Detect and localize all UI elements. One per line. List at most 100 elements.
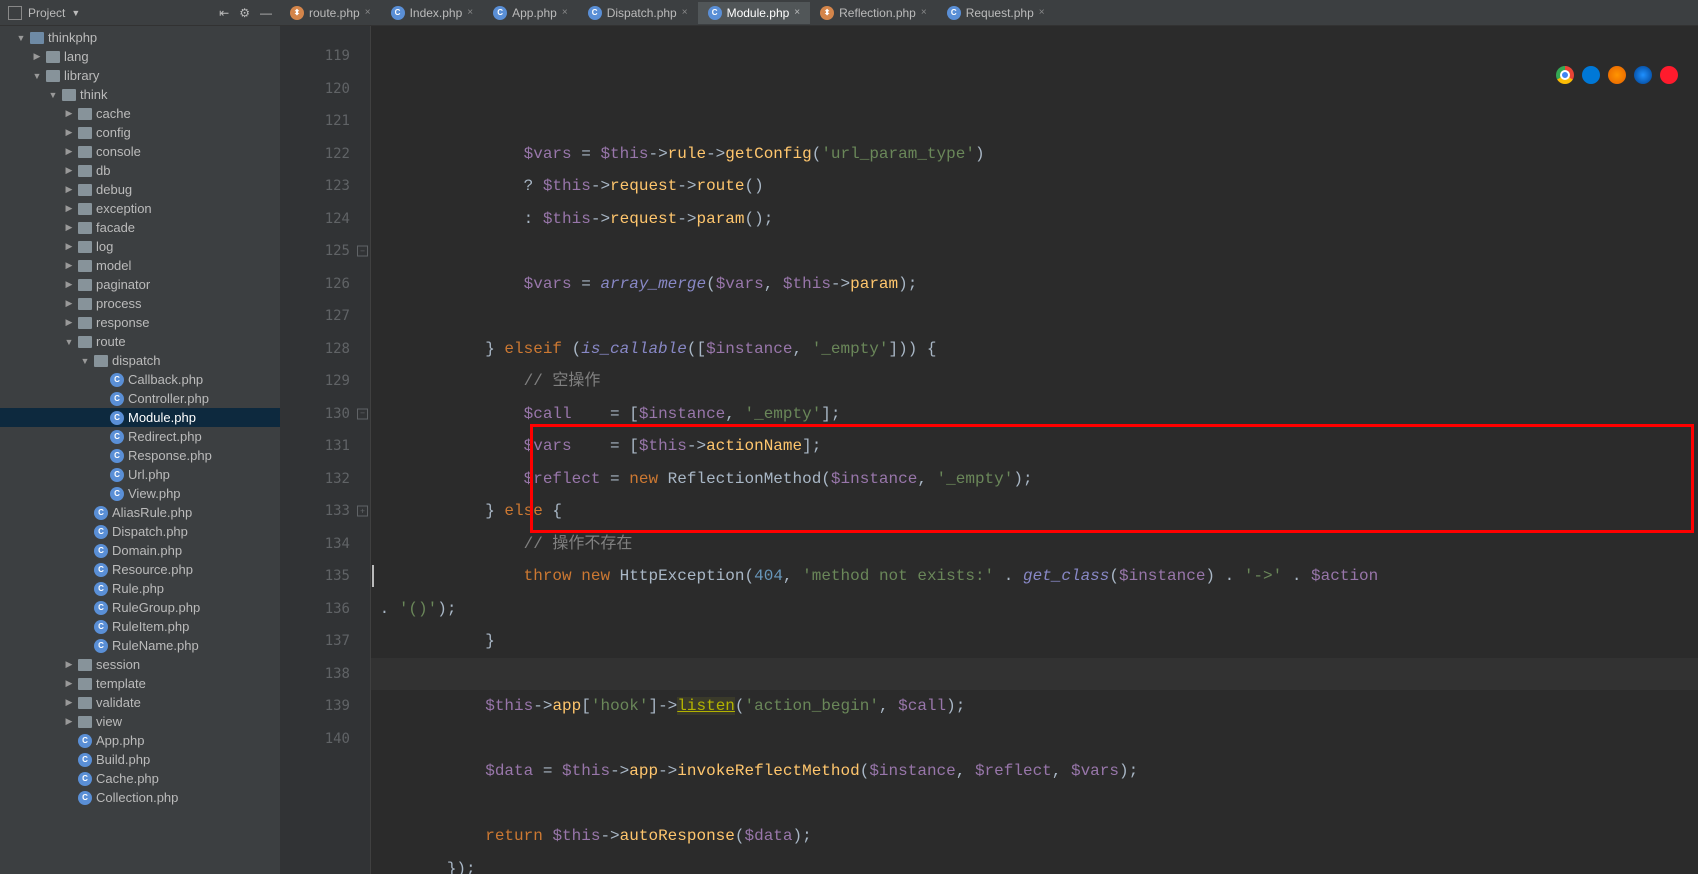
tree-item-view-php[interactable]: CView.php — [0, 484, 280, 503]
tree-item-collection-php[interactable]: CCollection.php — [0, 788, 280, 807]
tree-item-config[interactable]: ▶config — [0, 123, 280, 142]
tree-item-exception[interactable]: ▶exception — [0, 199, 280, 218]
code-line[interactable]: $reflect = new ReflectionMethod($instanc… — [370, 463, 1698, 496]
code-editor[interactable]: 119120121122123124125−126127128129130−13… — [280, 26, 1698, 874]
tree-item-cache-php[interactable]: CCache.php — [0, 769, 280, 788]
tree-arrow-icon[interactable]: ▶ — [64, 222, 74, 233]
tree-arrow-icon[interactable]: ▼ — [64, 337, 74, 347]
close-icon[interactable]: × — [467, 7, 473, 18]
tree-item-rule-php[interactable]: CRule.php — [0, 579, 280, 598]
tree-item-response[interactable]: ▶response — [0, 313, 280, 332]
fold-icon[interactable]: − — [357, 246, 368, 257]
project-label[interactable]: Project — [28, 6, 65, 20]
edge-icon[interactable] — [1582, 66, 1600, 84]
tree-item-redirect-php[interactable]: CRedirect.php — [0, 427, 280, 446]
tree-item-cache[interactable]: ▶cache — [0, 104, 280, 123]
hide-icon[interactable]: — — [260, 6, 272, 20]
safari-icon[interactable] — [1634, 66, 1652, 84]
tree-item-aliasrule-php[interactable]: CAliasRule.php — [0, 503, 280, 522]
tree-arrow-icon[interactable]: ▶ — [64, 241, 74, 252]
tree-arrow-icon[interactable]: ▶ — [64, 279, 74, 290]
close-icon[interactable]: × — [794, 7, 800, 18]
dropdown-icon[interactable]: ▼ — [71, 8, 80, 18]
chrome-icon[interactable] — [1556, 66, 1574, 84]
tree-item-app-php[interactable]: CApp.php — [0, 731, 280, 750]
tree-item-callback-php[interactable]: CCallback.php — [0, 370, 280, 389]
tree-arrow-icon[interactable]: ▶ — [64, 146, 74, 157]
tree-arrow-icon[interactable]: ▶ — [64, 127, 74, 138]
tree-arrow-icon[interactable]: ▼ — [48, 90, 58, 100]
tree-item-rulegroup-php[interactable]: CRuleGroup.php — [0, 598, 280, 617]
tree-item-thinkphp[interactable]: ▼thinkphp — [0, 28, 280, 47]
code-line[interactable]: throw new HttpException(404, 'method not… — [370, 560, 1698, 593]
code-line[interactable] — [370, 235, 1698, 268]
tree-item-validate[interactable]: ▶validate — [0, 693, 280, 712]
tree-item-rulename-php[interactable]: CRuleName.php — [0, 636, 280, 655]
tree-item-model[interactable]: ▶model — [0, 256, 280, 275]
tree-item-response-php[interactable]: CResponse.php — [0, 446, 280, 465]
tree-item-paginator[interactable]: ▶paginator — [0, 275, 280, 294]
code-line[interactable]: $data = $this->app->invokeReflectMethod(… — [370, 755, 1698, 788]
tree-arrow-icon[interactable]: ▶ — [64, 260, 74, 271]
code-line[interactable]: } elseif (is_callable([$instance, '_empt… — [370, 333, 1698, 366]
tree-item-dispatch-php[interactable]: CDispatch.php — [0, 522, 280, 541]
tab-route-php[interactable]: ⬍route.php× — [280, 2, 381, 24]
tree-item-facade[interactable]: ▶facade — [0, 218, 280, 237]
fold-icon[interactable]: + — [357, 506, 368, 517]
tree-item-db[interactable]: ▶db — [0, 161, 280, 180]
tree-item-view[interactable]: ▶view — [0, 712, 280, 731]
code-line[interactable] — [370, 658, 1698, 691]
collapse-icon[interactable]: ⇤ — [219, 6, 229, 20]
close-icon[interactable]: × — [1039, 7, 1045, 18]
tree-arrow-icon[interactable]: ▶ — [64, 203, 74, 214]
tree-arrow-icon[interactable]: ▶ — [64, 298, 74, 309]
tree-item-domain-php[interactable]: CDomain.php — [0, 541, 280, 560]
close-icon[interactable]: × — [562, 7, 568, 18]
code-line[interactable]: $call = [$instance, '_empty']; — [370, 398, 1698, 431]
code-line[interactable] — [370, 300, 1698, 333]
close-icon[interactable]: × — [921, 7, 927, 18]
code-line[interactable]: $vars = array_merge($vars, $this->param)… — [370, 268, 1698, 301]
tree-arrow-icon[interactable]: ▶ — [64, 184, 74, 195]
tree-arrow-icon[interactable]: ▶ — [64, 108, 74, 119]
tree-item-lang[interactable]: ▶lang — [0, 47, 280, 66]
tree-item-console[interactable]: ▶console — [0, 142, 280, 161]
code-line[interactable]: return $this->autoResponse($data); — [370, 820, 1698, 853]
code-line[interactable]: // 操作不存在 — [370, 528, 1698, 561]
tree-item-process[interactable]: ▶process — [0, 294, 280, 313]
tree-item-module-php[interactable]: CModule.php — [0, 408, 280, 427]
settings-icon[interactable]: ⚙ — [239, 6, 250, 20]
tree-arrow-icon[interactable]: ▶ — [64, 697, 74, 708]
tree-arrow-icon[interactable]: ▶ — [32, 51, 42, 62]
project-tree[interactable]: ▼thinkphp▶lang▼library▼think▶cache▶confi… — [0, 26, 280, 874]
code-line[interactable]: $this->app['hook']->listen('action_begin… — [370, 690, 1698, 723]
close-icon[interactable]: × — [682, 7, 688, 18]
tree-item-dispatch[interactable]: ▼dispatch — [0, 351, 280, 370]
close-icon[interactable]: × — [365, 7, 371, 18]
tree-item-url-php[interactable]: CUrl.php — [0, 465, 280, 484]
tree-item-library[interactable]: ▼library — [0, 66, 280, 85]
code-line[interactable]: . '()'); — [370, 593, 1698, 626]
code-line[interactable]: ? $this->request->route() — [370, 170, 1698, 203]
tab-index-php[interactable]: CIndex.php× — [381, 2, 484, 24]
tree-item-ruleitem-php[interactable]: CRuleItem.php — [0, 617, 280, 636]
tree-arrow-icon[interactable]: ▶ — [64, 678, 74, 689]
tree-item-debug[interactable]: ▶debug — [0, 180, 280, 199]
tree-item-log[interactable]: ▶log — [0, 237, 280, 256]
code-line[interactable]: $vars = $this->rule->getConfig('url_para… — [370, 138, 1698, 171]
tree-arrow-icon[interactable]: ▼ — [80, 356, 90, 366]
tree-item-session[interactable]: ▶session — [0, 655, 280, 674]
tree-arrow-icon[interactable]: ▶ — [64, 317, 74, 328]
code-content[interactable]: $vars = $this->rule->getConfig('url_para… — [370, 26, 1698, 874]
code-line[interactable]: } else { — [370, 495, 1698, 528]
tree-item-controller-php[interactable]: CController.php — [0, 389, 280, 408]
tree-item-template[interactable]: ▶template — [0, 674, 280, 693]
code-line[interactable]: : $this->request->param(); — [370, 203, 1698, 236]
tree-item-resource-php[interactable]: CResource.php — [0, 560, 280, 579]
code-line[interactable] — [370, 788, 1698, 821]
opera-icon[interactable] — [1660, 66, 1678, 84]
tree-item-think[interactable]: ▼think — [0, 85, 280, 104]
code-line[interactable] — [370, 723, 1698, 756]
firefox-icon[interactable] — [1608, 66, 1626, 84]
code-line[interactable]: }); — [370, 853, 1698, 874]
